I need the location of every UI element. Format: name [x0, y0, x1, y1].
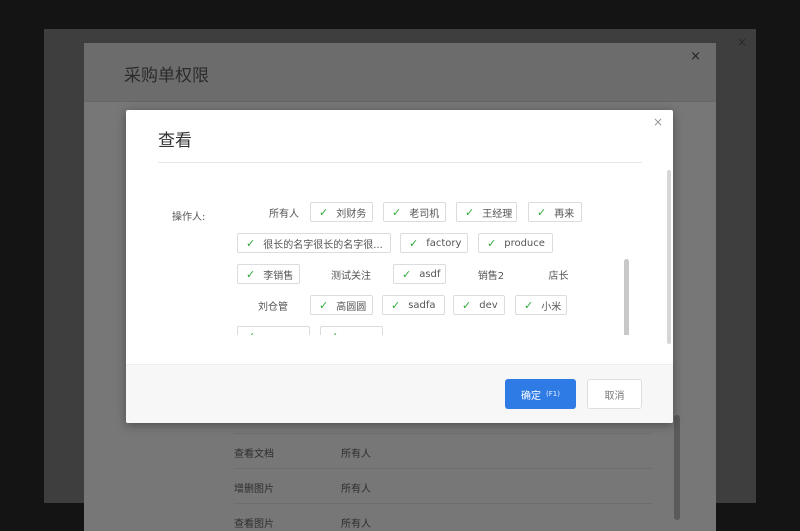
operator-option-label: 李销售: [263, 270, 294, 282]
permission-value: 所有人: [341, 449, 371, 460]
check-icon: ✓: [319, 205, 329, 219]
operator-option[interactable]: 所有人: [253, 202, 315, 222]
permission-row[interactable]: 查看文档 所有人: [234, 433, 652, 468]
check-icon: ✓: [246, 267, 256, 281]
operator-option[interactable]: ✓ 再来: [528, 202, 582, 222]
operator-option[interactable]: ✓: [320, 326, 383, 335]
check-icon: ✓: [462, 298, 472, 312]
operator-option-label: produce: [504, 237, 545, 249]
operator-option[interactable]: ✓: [237, 326, 310, 335]
operator-option-label: 销售2: [477, 270, 505, 282]
operator-option-label: 老司机: [409, 208, 440, 220]
operator-option-label: dev: [479, 299, 498, 311]
operator-option-label: 小米: [541, 301, 562, 313]
permission-row[interactable]: 增删图片 所有人: [234, 468, 652, 503]
permission-name: 查看图片: [234, 519, 274, 530]
operator-label: 操作人:: [172, 212, 206, 223]
check-icon: ✓: [402, 267, 412, 281]
outer-close-icon[interactable]: ×: [737, 35, 747, 49]
operator-option-label: sadfa: [408, 299, 436, 311]
check-icon: ✓: [319, 298, 329, 312]
operator-option[interactable]: ✓ asdf: [393, 264, 446, 284]
operator-option-label: factory: [426, 237, 462, 249]
check-icon: ✓: [246, 236, 256, 250]
confirm-hotkey: (F1): [546, 390, 560, 398]
options-scrollbar[interactable]: [624, 259, 629, 335]
confirm-button[interactable]: 确定 (F1): [505, 379, 576, 409]
operator-option-label: 测试关注: [331, 270, 371, 282]
check-icon: ✓: [329, 331, 338, 336]
operator-option-label: 再来: [554, 208, 575, 220]
operator-option[interactable]: ✓ sadfa: [382, 295, 445, 315]
operator-option-label: 王经理: [482, 208, 513, 220]
operator-option[interactable]: ✓ factory: [400, 233, 468, 253]
operator-option[interactable]: ✓ 刘财务: [310, 202, 373, 222]
operator-option-label: 所有人: [269, 208, 299, 220]
check-icon: ✓: [246, 331, 255, 336]
purchase-permission-title: 采购单权限: [124, 66, 209, 86]
check-icon: ✓: [391, 298, 401, 312]
operator-option-label: 刘仓管: [258, 301, 288, 313]
operator-option[interactable]: 销售2: [471, 264, 511, 284]
check-icon: ✓: [392, 205, 402, 219]
operator-option[interactable]: ✓ produce: [478, 233, 553, 253]
purchase-permission-header: 采购单权限 ×: [84, 43, 716, 102]
operator-option[interactable]: 刘仓管: [253, 295, 293, 315]
dialog-scrollbar[interactable]: [667, 170, 671, 344]
confirm-label: 确定: [521, 390, 542, 402]
operator-option[interactable]: 测试关注: [326, 264, 376, 284]
operator-option-label: 很长的名字很长的名字很...: [263, 239, 383, 251]
operator-option-label: 店长: [548, 270, 569, 282]
cancel-button[interactable]: 取消: [587, 379, 642, 409]
dialog-title: 查看: [158, 131, 192, 151]
check-icon: ✓: [537, 205, 547, 219]
operator-option[interactable]: ✓ dev: [453, 295, 505, 315]
operator-option-label: 高圆圆: [336, 301, 367, 313]
operator-option[interactable]: ✓ 王经理: [456, 202, 517, 222]
operator-option[interactable]: ✓ 老司机: [383, 202, 446, 222]
permission-value: 所有人: [341, 519, 371, 530]
check-icon: ✓: [409, 236, 419, 250]
operator-option-label: 刘财务: [336, 208, 367, 220]
check-icon: ✓: [487, 236, 497, 250]
permission-name: 增删图片: [234, 484, 274, 495]
dialog-footer: 确定 (F1) 取消: [126, 364, 673, 423]
operator-option[interactable]: ✓ 高圆圆: [310, 295, 373, 315]
operator-option[interactable]: ✓ 李销售: [237, 264, 300, 284]
operator-option[interactable]: ✓ 小米: [515, 295, 567, 315]
operator-option-label: asdf: [419, 268, 441, 280]
operator-option[interactable]: 店长: [541, 264, 576, 284]
view-dialog: 查看 × 操作人: 所有人 ✓ 刘财务 ✓ 老司机 ✓ 王经理 ✓ 再来 ✓ 很长的名字很长的名字很…: [126, 110, 673, 423]
check-icon: ✓: [465, 205, 475, 219]
permission-value: 所有人: [341, 484, 371, 495]
dialog-body: 操作人: 所有人 ✓ 刘财务 ✓ 老司机 ✓ 王经理 ✓ 再来 ✓ 很长的名字很长的名字很... ✓ f…: [126, 163, 673, 335]
permission-name: 查看文档: [234, 449, 274, 460]
purchase-permission-close-icon[interactable]: ×: [690, 49, 701, 64]
operator-option[interactable]: ✓ 很长的名字很长的名字很...: [237, 233, 391, 253]
close-icon[interactable]: ×: [653, 115, 663, 129]
check-icon: ✓: [524, 298, 534, 312]
background-scrollbar[interactable]: [674, 415, 680, 520]
permission-row[interactable]: 查看图片 所有人: [234, 503, 652, 531]
